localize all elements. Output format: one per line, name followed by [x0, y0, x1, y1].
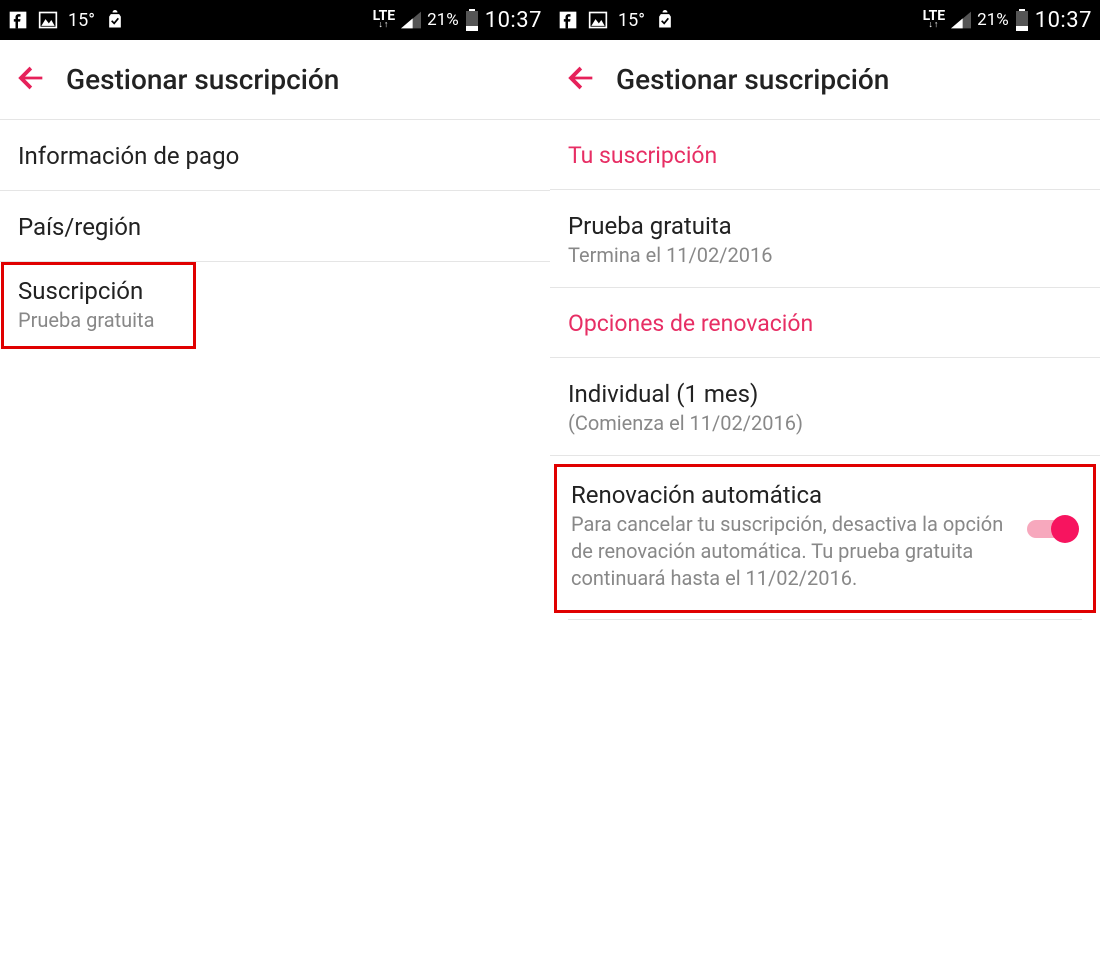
list-item-subscription[interactable]: Suscripción Prueba gratuita — [1, 262, 196, 349]
list-item-payment-info[interactable]: Información de pago — [0, 120, 550, 191]
status-clock: 10:37 — [485, 8, 542, 33]
toggle-thumb — [1051, 515, 1079, 543]
list-item-subtitle: Prueba gratuita — [18, 308, 179, 332]
battery-percent: 21% — [977, 10, 1009, 30]
list-item-title: Prueba gratuita — [568, 212, 1082, 240]
app-header: Gestionar suscripción — [550, 40, 1100, 120]
page-title: Gestionar suscripción — [66, 63, 339, 96]
list-item-plan[interactable]: Individual (1 mes) (Comienza el 11/02/20… — [550, 358, 1100, 456]
status-temperature: 15° — [68, 10, 95, 31]
screen-right: 15° LTE ↓↑ 21% 10:37 Gestionar suscripci… — [550, 0, 1100, 975]
status-bar: 15° LTE ↓↑ 21% 10:37 — [0, 0, 550, 40]
list-item-title: País/región — [18, 213, 532, 241]
app-header: Gestionar suscripción — [0, 40, 550, 120]
status-bar: 15° LTE ↓↑ 21% 10:37 — [550, 0, 1100, 40]
battery-icon — [465, 9, 479, 31]
list-item-subtitle: Termina el 11/02/2016 — [568, 243, 1082, 267]
image-icon — [38, 10, 58, 30]
page-title: Gestionar suscripción — [616, 63, 889, 96]
network-lte-icon: LTE ↓↑ — [923, 11, 946, 29]
auto-renew-toggle[interactable] — [1027, 515, 1079, 543]
status-left: 15° — [8, 10, 125, 31]
list-item-free-trial[interactable]: Prueba gratuita Termina el 11/02/2016 — [550, 190, 1100, 288]
section-renewal-options: Opciones de renovación — [550, 288, 1100, 358]
status-right: LTE ↓↑ 21% 10:37 — [373, 8, 542, 33]
signal-icon — [401, 11, 421, 29]
list-item-title: Suscripción — [18, 277, 179, 305]
status-left: 15° — [558, 10, 675, 31]
shopping-icon — [655, 10, 675, 30]
screen-left: 15° LTE ↓↑ 21% 10:37 Gestionar suscripci… — [0, 0, 550, 975]
list-item-country-region[interactable]: País/región — [0, 191, 550, 262]
signal-icon — [951, 11, 971, 29]
status-right: LTE ↓↑ 21% 10:37 — [923, 8, 1092, 33]
auto-renew-title: Renovación automática — [571, 481, 1011, 509]
back-arrow-icon[interactable] — [14, 61, 48, 99]
list-item-title: Individual (1 mes) — [568, 380, 1082, 408]
image-icon — [588, 10, 608, 30]
settings-list: Información de pago País/región Suscripc… — [0, 120, 550, 975]
section-your-subscription: Tu suscripción — [550, 120, 1100, 190]
battery-percent: 21% — [427, 10, 459, 30]
facebook-icon — [8, 10, 28, 30]
list-item-title: Información de pago — [18, 142, 532, 170]
list-item-subtitle: (Comienza el 11/02/2016) — [568, 411, 1082, 435]
list-item-auto-renew: Renovación automática Para cancelar tu s… — [554, 464, 1096, 613]
battery-icon — [1015, 9, 1029, 31]
shopping-icon — [105, 10, 125, 30]
subscription-detail: Tu suscripción Prueba gratuita Termina e… — [550, 120, 1100, 975]
status-temperature: 15° — [618, 10, 645, 31]
facebook-icon — [558, 10, 578, 30]
back-arrow-icon[interactable] — [564, 61, 598, 99]
network-lte-icon: LTE ↓↑ — [373, 11, 396, 29]
auto-renew-description: Para cancelar tu suscripción, desactiva … — [571, 511, 1011, 592]
status-clock: 10:37 — [1035, 8, 1092, 33]
